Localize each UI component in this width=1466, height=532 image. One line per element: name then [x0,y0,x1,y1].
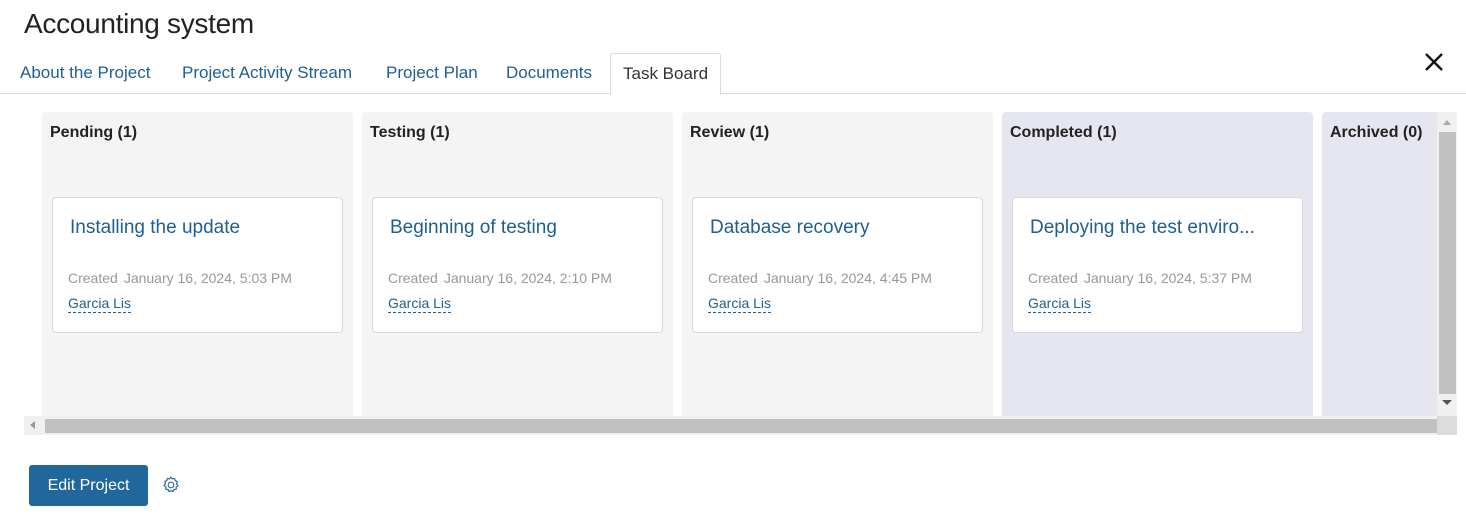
task-card[interactable]: Beginning of testing Created January 16, … [372,197,663,333]
task-assignee-link[interactable]: Garcia Lis [388,295,452,313]
created-label: Created [1028,270,1078,286]
horizontal-scrollbar[interactable] [24,416,1437,435]
edit-project-button[interactable]: Edit Project [29,465,148,506]
task-created: Created January 16, 2024, 2:10 PM [388,270,612,286]
task-title[interactable]: Deploying the test enviro... [1030,217,1255,239]
column-title: Testing (1) [370,124,450,141]
created-date: January 16, 2024, 4:45 PM [763,270,932,286]
task-created: Created January 16, 2024, 5:37 PM [1028,270,1252,286]
task-created: Created January 16, 2024, 5:03 PM [68,270,292,286]
column-archived: Archived (0) [1322,112,1437,416]
tab-task-board[interactable]: Task Board [610,53,722,95]
created-date: January 16, 2024, 5:03 PM [123,270,292,286]
tab-project-activity-stream[interactable]: Project Activity Stream [182,53,352,94]
tab-project-plan[interactable]: Project Plan [386,53,478,94]
task-assignee-link[interactable]: Garcia Lis [1028,295,1092,313]
created-date: January 16, 2024, 2:10 PM [443,270,612,286]
created-label: Created [68,270,118,286]
created-date: January 16, 2024, 5:37 PM [1083,270,1252,286]
scroll-left-icon[interactable] [30,421,35,429]
scroll-up-icon[interactable] [1443,120,1451,125]
column-testing: Testing (1) Beginning of testing Created… [362,112,673,416]
column-title: Completed (1) [1010,124,1117,141]
task-title[interactable]: Database recovery [710,217,869,239]
column-title: Pending (1) [50,124,138,141]
horizontal-scroll-thumb[interactable] [45,419,1437,433]
tab-documents[interactable]: Documents [506,53,592,94]
task-title[interactable]: Beginning of testing [390,217,557,239]
column-review: Review (1) Database recovery Created Janu… [682,112,993,416]
gear-icon[interactable] [161,475,181,495]
close-icon[interactable] [1420,47,1448,75]
tab-bar: About the Project Project Activity Strea… [0,53,1466,95]
page-title: Accounting system [24,8,254,39]
vertical-scroll-thumb[interactable] [1439,132,1456,394]
task-title[interactable]: Installing the update [70,217,240,239]
created-label: Created [708,270,758,286]
column-pending: Pending (1) Installing the update Create… [42,112,353,416]
task-created: Created January 16, 2024, 4:45 PM [708,270,932,286]
column-completed: Completed (1) Deploying the test enviro.… [1002,112,1313,416]
scrollbar-corner [1437,416,1457,435]
task-card[interactable]: Installing the update Created January 16,… [52,197,343,333]
tab-about-the-project[interactable]: About the Project [20,53,150,94]
task-assignee-link[interactable]: Garcia Lis [708,295,772,313]
created-label: Created [388,270,438,286]
column-title: Review (1) [690,124,770,141]
task-card[interactable]: Deploying the test enviro... Created Janu… [1012,197,1303,333]
task-assignee-link[interactable]: Garcia Lis [68,295,132,313]
task-card[interactable]: Database recovery Created January 16, 202… [692,197,983,333]
column-title: Archived (0) [1330,124,1423,141]
scroll-down-icon[interactable] [1442,400,1452,405]
task-board: Pending (1) Installing the update Create… [24,112,1437,416]
vertical-scrollbar[interactable] [1437,112,1457,416]
